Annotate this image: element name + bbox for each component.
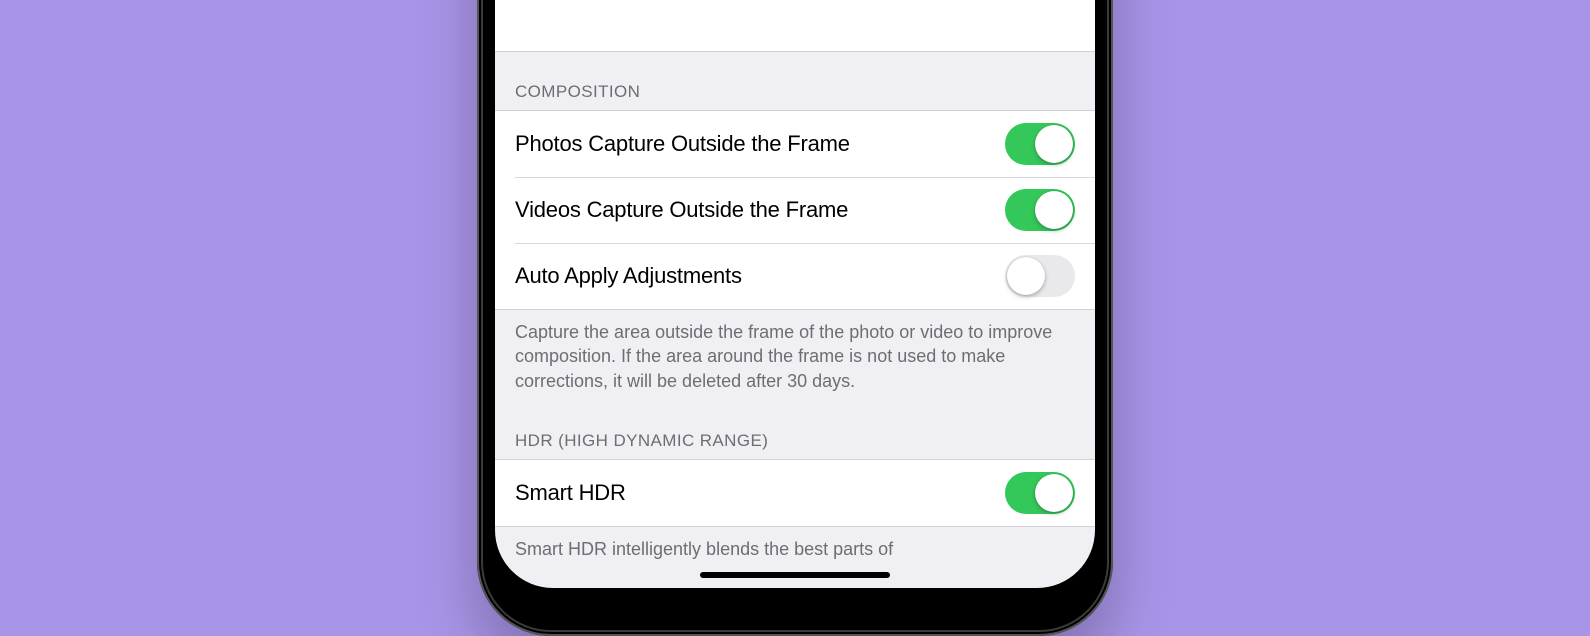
phone-frame: COMPOSITION Photos Capture Outside the F… bbox=[477, 0, 1113, 636]
toggle-videos-capture-outside-frame[interactable] bbox=[1005, 189, 1075, 231]
row-photos-capture-outside-frame[interactable]: Photos Capture Outside the Frame bbox=[495, 111, 1095, 177]
toggle-auto-apply-adjustments[interactable] bbox=[1005, 255, 1075, 297]
toggle-photos-capture-outside-frame[interactable] bbox=[1005, 123, 1075, 165]
row-label: Auto Apply Adjustments bbox=[515, 263, 742, 289]
section-footer-composition: Capture the area outside the frame of th… bbox=[495, 310, 1095, 401]
toggle-knob bbox=[1035, 474, 1073, 512]
home-indicator[interactable] bbox=[700, 572, 890, 578]
row-videos-capture-outside-frame[interactable]: Videos Capture Outside the Frame bbox=[495, 177, 1095, 243]
toggle-knob bbox=[1035, 191, 1073, 229]
toggle-smart-hdr[interactable] bbox=[1005, 472, 1075, 514]
row-label: Photos Capture Outside the Frame bbox=[515, 131, 850, 157]
section-header-composition: COMPOSITION bbox=[495, 52, 1095, 110]
section-header-hdr: HDR (HIGH DYNAMIC RANGE) bbox=[495, 401, 1095, 459]
phone-screen: COMPOSITION Photos Capture Outside the F… bbox=[495, 0, 1095, 588]
settings-list: COMPOSITION Photos Capture Outside the F… bbox=[495, 0, 1095, 569]
row-smart-hdr[interactable]: Smart HDR bbox=[495, 460, 1095, 526]
section-footer-hdr: Smart HDR intelligently blends the best … bbox=[495, 527, 1095, 569]
toggle-knob bbox=[1035, 125, 1073, 163]
toggle-knob bbox=[1007, 257, 1045, 295]
row-label: Smart HDR bbox=[515, 480, 626, 506]
hdr-list: Smart HDR bbox=[495, 459, 1095, 527]
row-auto-apply-adjustments[interactable]: Auto Apply Adjustments bbox=[495, 243, 1095, 309]
previous-section-tail bbox=[495, 0, 1095, 52]
composition-list: Photos Capture Outside the Frame Videos … bbox=[495, 110, 1095, 310]
row-label: Videos Capture Outside the Frame bbox=[515, 197, 848, 223]
